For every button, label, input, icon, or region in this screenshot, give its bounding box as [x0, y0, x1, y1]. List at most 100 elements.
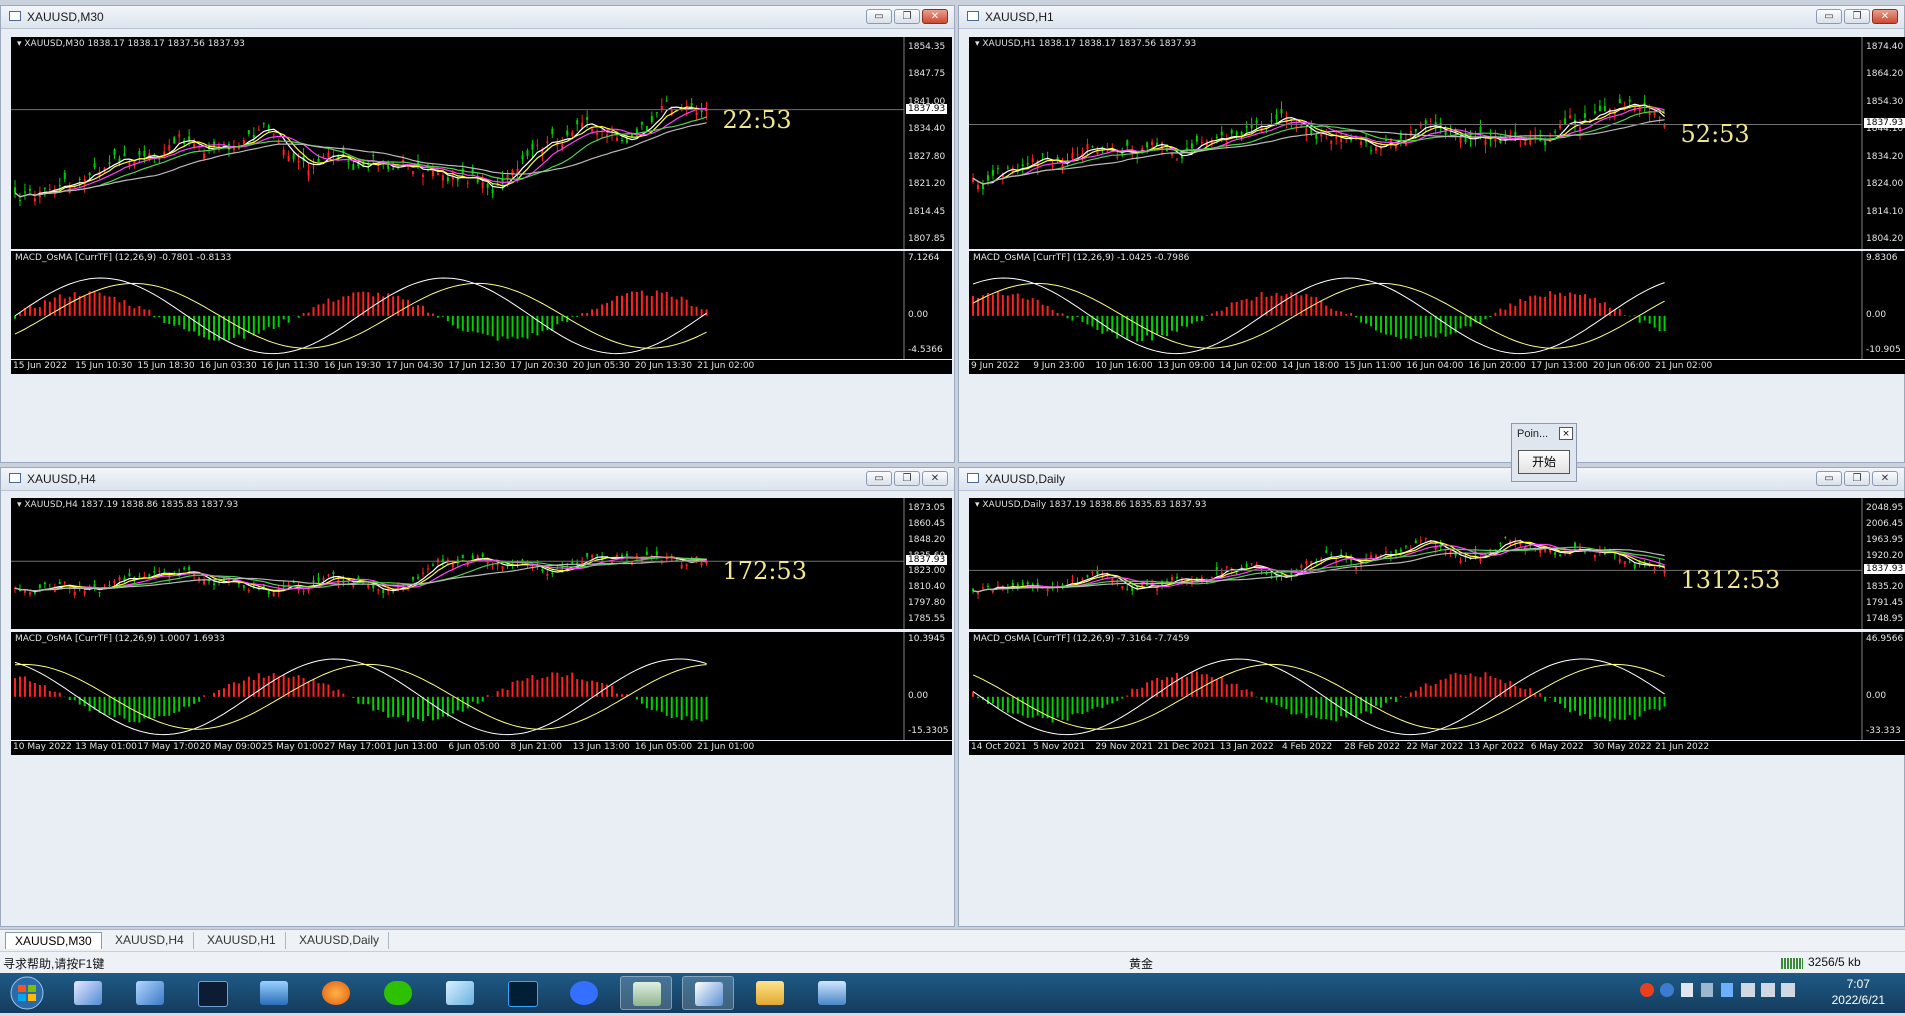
window-title-bar[interactable]: XAUUSD,M30 ▭ ❐ ✕ [1, 6, 954, 29]
macd-histogram-bar [1002, 295, 1004, 316]
taskbar-window-icon[interactable] [806, 976, 858, 1010]
point-timer-dialog[interactable]: Poin... × 开始 [1511, 423, 1577, 482]
candle-body [298, 161, 300, 163]
minimize-button[interactable]: ▭ [1816, 9, 1842, 24]
candle-body [467, 183, 469, 184]
window-title-bar[interactable]: XAUUSD,Daily ▭ ❐ ✕ [959, 468, 1904, 491]
macd-histogram-bar [377, 293, 379, 316]
minimize-button[interactable]: ▭ [1816, 471, 1842, 486]
macd-histogram-bar [387, 697, 389, 718]
macd-indicator-area[interactable]: MACD_OsMA [CurrTF] (12,26,9) -0.7801 -0.… [11, 251, 952, 359]
taskbar-feishu-icon[interactable] [558, 976, 610, 1010]
macd-histogram-bar [198, 316, 200, 336]
macd-histogram-bar [1171, 677, 1173, 697]
macd-histogram-bar [148, 310, 150, 316]
macd-histogram-bar [283, 316, 285, 320]
start-button[interactable]: 开始 [1518, 450, 1570, 474]
start-button[interactable] [3, 974, 51, 1012]
minimize-button[interactable]: ▭ [866, 9, 892, 24]
taskbar-wechat-icon[interactable] [372, 976, 424, 1010]
system-tray: 7:07 2022/6/21 [1585, 973, 1905, 1013]
price-tick-label: 1920.20 [1866, 551, 1903, 561]
candle-body [1659, 117, 1661, 118]
candle-body [1146, 142, 1148, 147]
shield-icon[interactable] [1721, 983, 1733, 997]
macd-indicator-area[interactable]: MACD_OsMA [CurrTF] (12,26,9) -1.0425 -0.… [969, 251, 1905, 359]
price-chart-area[interactable]: ▾ XAUUSD,H1 1838.17 1838.17 1837.56 1837… [969, 37, 1905, 249]
sogou-icon[interactable] [1640, 983, 1654, 997]
macd-histogram-bar [1047, 306, 1049, 316]
network-icon[interactable] [1741, 983, 1755, 997]
macd-histogram-bar [248, 316, 250, 333]
maximize-button[interactable]: ❐ [1844, 471, 1870, 486]
candle-body [1091, 146, 1093, 147]
taskbar-app-icon[interactable] [620, 976, 672, 1010]
macd-histogram-bar [99, 697, 101, 713]
tab-xauusd-h4[interactable]: XAUUSD,H4 [106, 932, 194, 949]
candle-body [1176, 159, 1178, 160]
candle-body [148, 574, 150, 577]
close-button[interactable]: ✕ [1872, 471, 1898, 486]
date-tick-label: 16 Jun 11:30 [262, 361, 319, 371]
candle-body [1181, 156, 1183, 159]
maximize-button[interactable]: ❐ [894, 471, 920, 486]
window-title-bar[interactable]: XAUUSD,H4 ▭ ❐ ✕ [1, 468, 954, 491]
volume-icon[interactable] [1761, 983, 1775, 997]
price-tick-label: 1814.10 [1866, 207, 1903, 217]
clock[interactable]: 7:07 2022/6/21 [1832, 976, 1885, 1008]
taskbar-trading-icon[interactable] [186, 976, 238, 1010]
macd-histogram-bar [1554, 295, 1556, 316]
macd-histogram-bar [1380, 697, 1382, 708]
candle-body [681, 565, 683, 569]
price-tick-label: 1963.95 [1866, 535, 1903, 545]
candle-body [651, 116, 653, 122]
macd-label: MACD_OsMA [CurrTF] (12,26,9) -7.3164 -7.… [973, 634, 1189, 644]
candle-body [1619, 99, 1621, 103]
close-button[interactable]: ✕ [922, 9, 948, 24]
close-icon[interactable]: × [1559, 427, 1573, 440]
close-button[interactable]: ✕ [1872, 9, 1898, 24]
taskbar-notes-icon[interactable] [434, 976, 486, 1010]
arrow-icon[interactable] [1701, 983, 1713, 997]
flag-icon[interactable] [1681, 983, 1693, 997]
taskbar-photoshop-icon[interactable] [496, 976, 548, 1010]
maximize-button[interactable]: ❐ [1844, 9, 1870, 24]
taskbar-mt4-active-icon[interactable] [682, 976, 734, 1010]
tab-xauusd-daily[interactable]: XAUUSD,Daily [290, 932, 389, 949]
candle-body [1022, 164, 1024, 166]
window-title-bar[interactable]: XAUUSD,H1 ▭ ❐ ✕ [959, 6, 1904, 29]
chart-symbol-label: ▾ XAUUSD,Daily 1837.19 1838.86 1835.83 1… [975, 500, 1206, 510]
maximize-button[interactable]: ❐ [894, 9, 920, 24]
minimize-button[interactable]: ▭ [866, 471, 892, 486]
tab-xauusd-h1[interactable]: XAUUSD,H1 [198, 932, 286, 949]
price-chart-area[interactable]: ▾ XAUUSD,Daily 1837.19 1838.86 1835.83 1… [969, 498, 1905, 629]
candle-body [64, 582, 66, 584]
macd-histogram-bar [1241, 690, 1243, 697]
chat-icon[interactable] [1781, 983, 1795, 997]
chart-window-icon [9, 473, 21, 483]
macd-indicator-area[interactable]: MACD_OsMA [CurrTF] (12,26,9) 1.0007 1.69… [11, 632, 952, 740]
taskbar-folder-icon[interactable] [744, 976, 796, 1010]
candle-body [1121, 586, 1123, 588]
candle-body [576, 120, 578, 124]
dialog-title: Poin... [1517, 428, 1548, 440]
candle-body [128, 573, 130, 576]
macd-histogram-bar [313, 679, 315, 696]
candle-body [114, 149, 116, 155]
price-chart-area[interactable]: ▾ XAUUSD,H4 1837.19 1838.86 1835.83 1837… [11, 498, 952, 629]
close-button[interactable]: ✕ [922, 471, 948, 486]
taskbar-network-icon[interactable] [124, 976, 176, 1010]
price-tick-label: 1821.20 [908, 179, 945, 189]
help-icon[interactable] [1660, 983, 1674, 997]
candle-body [616, 555, 618, 556]
price-tick-label: 2006.45 [1866, 519, 1903, 529]
tab-xauusd-m30[interactable]: XAUUSD,M30 [5, 932, 102, 949]
price-chart-area[interactable]: ▾ XAUUSD,M30 1838.17 1838.17 1837.56 183… [11, 37, 952, 249]
bar-countdown-timer: 172:53 [723, 557, 807, 585]
taskbar-browser-icon[interactable] [310, 976, 362, 1010]
candle-body [34, 198, 36, 201]
date-tick-label: 17 Jun 13:00 [1531, 361, 1588, 371]
taskbar-desktop-icon[interactable] [248, 976, 300, 1010]
taskbar-mt4-icon[interactable] [62, 976, 114, 1010]
macd-indicator-area[interactable]: MACD_OsMA [CurrTF] (12,26,9) -7.3164 -7.… [969, 632, 1905, 740]
